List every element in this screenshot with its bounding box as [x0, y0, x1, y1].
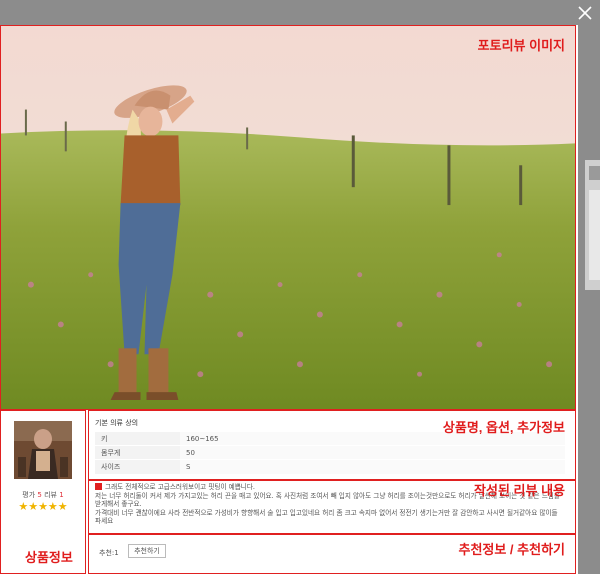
- review-content-panel: 그래도 전체적으로 고급스러워보이고 핏팅이 예쁩니다. 저는 너무 허리둘이 …: [88, 480, 576, 534]
- option-key: 사이즈: [95, 459, 180, 474]
- star-rating: ★★★★★: [18, 500, 68, 513]
- product-info-panel: 평가 5 리뷰 1 ★★★★★ 상품정보: [0, 410, 86, 574]
- close-icon: [578, 6, 592, 20]
- option-value: S: [180, 459, 565, 474]
- option-key: 몸무게: [95, 445, 180, 460]
- product-name: 기본 의류 상의: [95, 419, 139, 427]
- option-value: 50: [180, 445, 565, 460]
- rating-value: 5: [37, 491, 42, 499]
- annotation-product-label: 상품정보: [25, 550, 73, 565]
- review-flag-icon: [95, 483, 102, 490]
- annotation-info-label: 상품명, 옵션, 추가정보: [442, 420, 565, 435]
- product-thumbnail-image: [14, 421, 72, 479]
- background-page-edge: [585, 160, 600, 290]
- product-thumbnail[interactable]: [14, 421, 72, 479]
- annotation-recommend-label: 추천정보 / 추천하기: [458, 542, 565, 557]
- review-photo[interactable]: 포토리뷰 이미지: [0, 25, 576, 410]
- review-count: 1: [59, 491, 64, 499]
- option-table: 키 160~165 몸무게 50 사이즈 S: [95, 431, 565, 474]
- annotation-review-label: 작성된 리뷰 내용: [474, 483, 565, 498]
- recommend-button[interactable]: 추천하기: [128, 544, 166, 558]
- recommend-panel: 추천:1 추천하기 추천정보 / 추천하기: [88, 534, 576, 574]
- review-prefix: 리뷰: [44, 491, 57, 499]
- review-line-3: 가격대비 너무 괜찮이에요 사라 전반적으로 가성비가 향향해서 술 입고 입고…: [95, 508, 558, 526]
- rating-prefix: 평가: [22, 491, 36, 499]
- review-line-1: 그래도 전체적으로 고급스러워보이고 핏팅이 예쁩니다.: [105, 483, 256, 491]
- product-option-panel: 기본 의류 상의 키 160~165 몸무게 50 사이즈 S 상품명, 옵션,…: [88, 410, 576, 480]
- photo-review-modal: 포토리뷰 이미지 평가 5 리뷰 1 ★★★★★ 상품정보 기본 의류 상의 키…: [0, 25, 578, 574]
- annotation-photo-label: 포토리뷰 이미지: [477, 38, 565, 53]
- option-key: 키: [95, 431, 180, 446]
- table-row: 몸무게 50: [95, 445, 565, 460]
- rating-summary: 평가 5 리뷰 1: [1, 490, 85, 500]
- recommend-count: 추천:1: [99, 549, 119, 557]
- table-row: 사이즈 S: [95, 459, 565, 474]
- close-button[interactable]: [575, 3, 595, 23]
- background-page-strip: [589, 166, 600, 180]
- background-page-panel: [589, 190, 600, 280]
- review-photo-image: [1, 26, 575, 409]
